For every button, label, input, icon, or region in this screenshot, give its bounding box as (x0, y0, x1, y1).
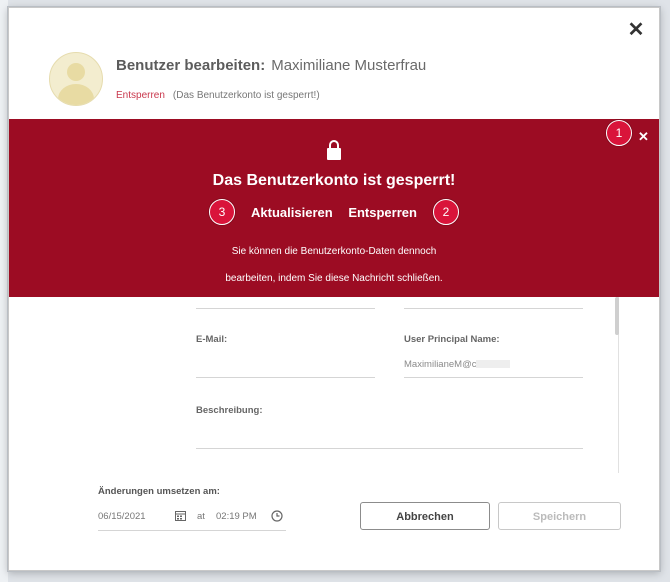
unlock-link[interactable]: Entsperren (116, 90, 165, 101)
avatar (49, 52, 103, 106)
field-underline-top-left (196, 308, 375, 309)
description-label: Beschreibung: (196, 405, 263, 416)
at-label: at (197, 511, 205, 522)
email-underline (196, 377, 375, 378)
lock-status-line: Entsperren (Das Benutzerkonto ist gesperr… (116, 90, 320, 101)
date-time-underline (98, 530, 286, 531)
avatar-body (58, 84, 94, 105)
upn-label: User Principal Name: (404, 334, 500, 345)
dialog-title: Benutzer bearbeiten: Maximiliane Musterfr… (116, 57, 426, 74)
description-underline (196, 448, 583, 449)
refresh-button[interactable]: Aktualisieren (251, 205, 333, 220)
close-dialog-button[interactable]: ✕ (626, 20, 646, 40)
time-field[interactable]: 02:19 PM (216, 511, 257, 522)
banner-message: Sie können die Benutzerkonto-Daten denno… (9, 238, 659, 292)
annotation-badge-1: 1 (606, 120, 632, 146)
redacted-domain (476, 360, 511, 369)
banner-headline: Das Benutzerkonto ist gesperrt! (212, 172, 456, 189)
user-name: Maximiliane Musterfrau (271, 57, 427, 74)
upn-value: MaximilianeM@c (404, 359, 477, 370)
edit-user-dialog: ✕ Benutzer bearbeiten: Maximiliane Muster… (8, 7, 660, 571)
save-button[interactable]: Speichern (498, 502, 621, 530)
banner-close-button[interactable]: ✕ (638, 129, 649, 145)
clock-icon[interactable] (271, 510, 283, 522)
date-field[interactable]: 06/15/2021 (98, 511, 146, 522)
unlock-button[interactable]: Entsperren (348, 205, 417, 220)
banner-message-line2: bearbeiten, indem Sie diese Nachricht sc… (225, 273, 443, 284)
banner-message-line1: Sie können die Benutzerkonto-Daten denno… (231, 246, 437, 257)
lock-icon (327, 140, 341, 160)
locked-note: (Das Benutzerkonto ist gesperrt!) (172, 90, 320, 101)
upn-underline (404, 377, 583, 378)
title-label: Benutzer bearbeiten: (116, 57, 266, 74)
annotation-badge-3: 3 (209, 199, 235, 225)
upn-field[interactable]: MaximilianeM@c (404, 359, 511, 370)
field-underline-top-right (404, 308, 583, 309)
cancel-button[interactable]: Abbrechen (360, 502, 490, 530)
apply-date-label: Änderungen umsetzen am: (98, 486, 220, 497)
background-strip (0, 0, 8, 582)
locked-banner: Das Benutzerkonto ist gesperrt! Aktualis… (9, 119, 659, 297)
scrollbar[interactable] (615, 297, 619, 335)
calendar-icon[interactable] (175, 510, 186, 521)
avatar-head (67, 63, 85, 81)
email-label: E-Mail: (196, 334, 228, 345)
annotation-badge-2: 2 (433, 199, 459, 225)
banner-actions: Aktualisieren Entsperren (9, 205, 659, 220)
